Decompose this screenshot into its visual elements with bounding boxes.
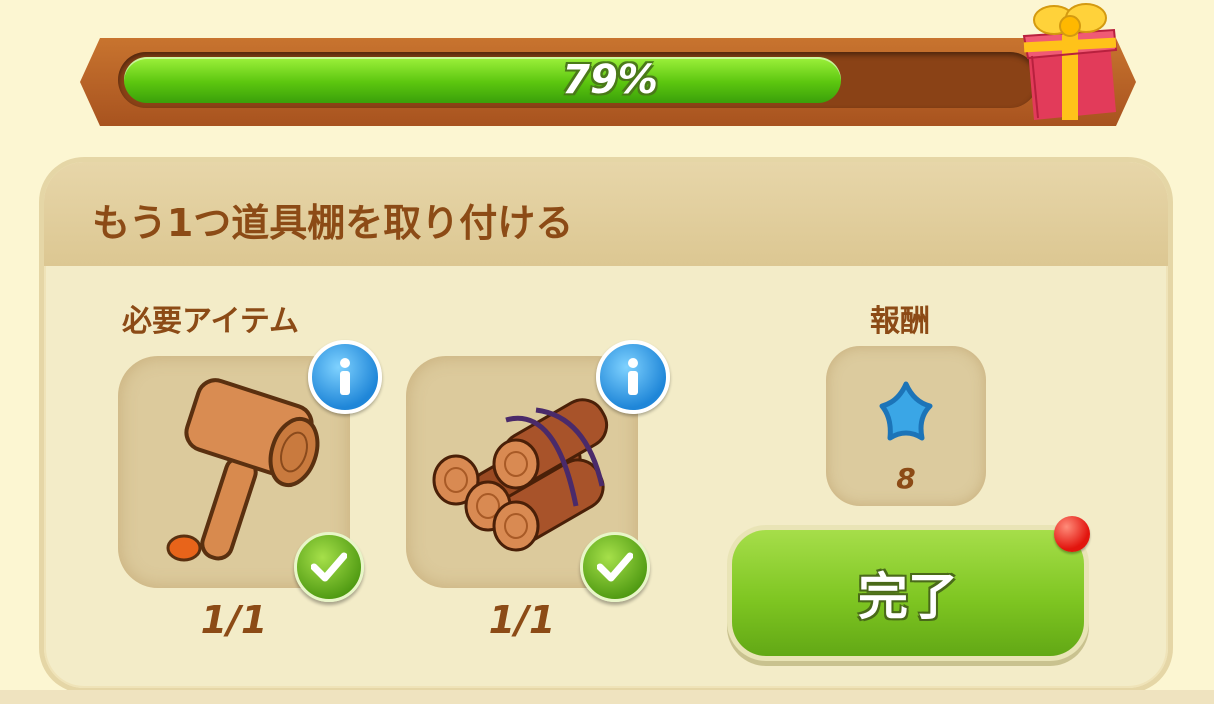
info-icon bbox=[340, 358, 350, 395]
notification-dot bbox=[1054, 516, 1090, 552]
progress-percent: 79% bbox=[562, 57, 658, 103]
required-items-label: 必要アイテム bbox=[122, 304, 299, 339]
info-button-logs[interactable] bbox=[596, 340, 670, 414]
item-count-mallet: 1/1 bbox=[200, 598, 268, 642]
info-icon bbox=[628, 358, 638, 395]
bottom-edge bbox=[0, 690, 1214, 704]
reward-count: 8 bbox=[896, 462, 916, 495]
gift-box-icon[interactable] bbox=[1018, 0, 1124, 124]
reward-label: 報酬 bbox=[870, 304, 930, 339]
quest-title: もう1つ道具棚を取り付ける bbox=[92, 201, 574, 245]
check-badge-mallet bbox=[294, 532, 364, 602]
checkmark-icon bbox=[597, 552, 633, 582]
check-badge-logs bbox=[580, 532, 650, 602]
complete-button-label: 完了 bbox=[858, 568, 958, 626]
item-count-logs: 1/1 bbox=[488, 598, 556, 642]
complete-button[interactable]: 完了 bbox=[732, 530, 1084, 656]
checkmark-icon bbox=[311, 552, 347, 582]
info-button-mallet[interactable] bbox=[308, 340, 382, 414]
